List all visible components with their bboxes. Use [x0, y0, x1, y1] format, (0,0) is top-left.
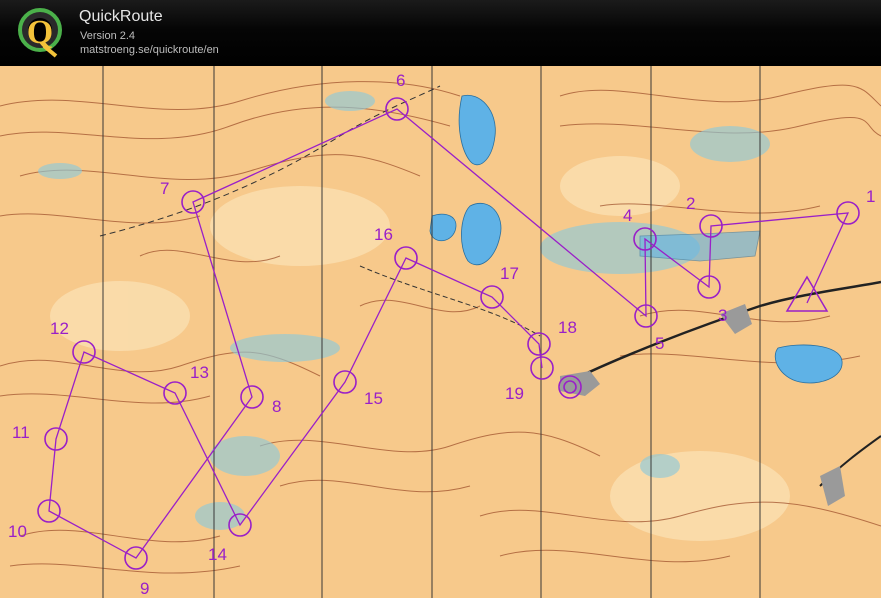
control-number: 11: [12, 423, 30, 442]
orienteering-map[interactable]: 1 2 3 4 5 6 7 8 9 10 11 12 13 14 15 16 1…: [0, 66, 881, 598]
control-number: 17: [500, 264, 519, 283]
control-number: 19: [505, 384, 524, 403]
control-number: 4: [623, 206, 632, 225]
control-number: 10: [8, 522, 27, 541]
control-number: 6: [396, 71, 405, 90]
control-number: 1: [866, 187, 875, 206]
control-number: 12: [50, 319, 69, 338]
quickroute-logo-icon: Q: [18, 8, 62, 58]
control-number: 13: [190, 363, 209, 382]
control-number: 9: [140, 579, 149, 598]
map-canvas: 1 2 3 4 5 6 7 8 9 10 11 12 13 14 15 16 1…: [0, 66, 881, 598]
control-number: 3: [718, 306, 727, 325]
control-number: 15: [364, 389, 383, 408]
control-number: 7: [160, 179, 169, 198]
app-version: Version 2.4: [80, 30, 136, 42]
control-number: 14: [208, 545, 227, 564]
control-number: 16: [374, 225, 393, 244]
control-number: 2: [686, 194, 695, 213]
app-url[interactable]: matstroeng.se/quickroute/en: [80, 44, 219, 56]
app-header: Q QuickRoute Version 2.4 matstroeng.se/q…: [0, 0, 881, 66]
control-number: 8: [272, 397, 281, 416]
svg-text:Q: Q: [27, 14, 53, 51]
control-number: 5: [655, 334, 664, 353]
app-title: QuickRoute: [79, 8, 163, 25]
control-number: 18: [558, 318, 577, 337]
